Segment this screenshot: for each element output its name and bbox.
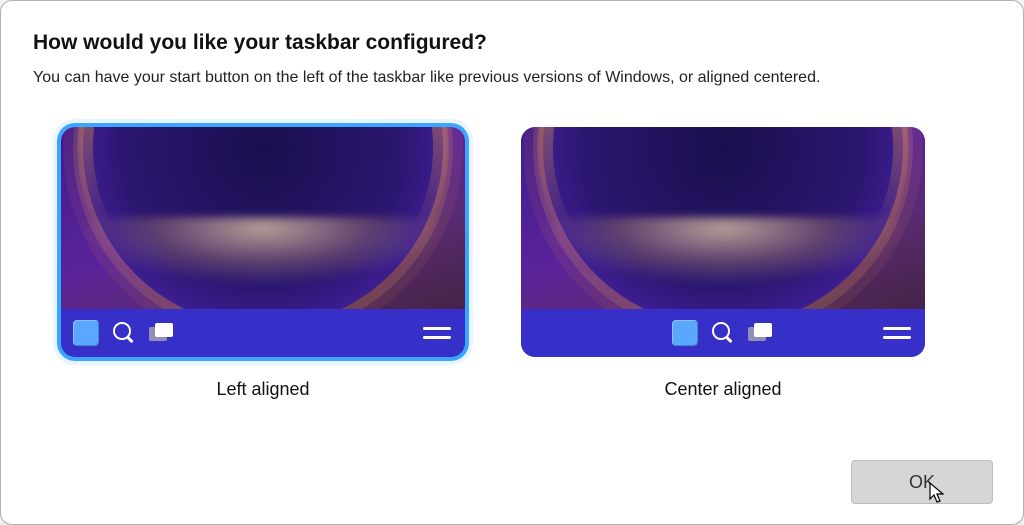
dialog-button-bar: OK bbox=[851, 460, 993, 504]
taskview-icon bbox=[149, 323, 175, 343]
thumbnail-center[interactable] bbox=[521, 127, 925, 357]
option-center-label: Center aligned bbox=[664, 379, 781, 400]
taskbar-icons bbox=[672, 320, 774, 346]
start-icon bbox=[73, 320, 99, 346]
alignment-options: Left aligned Center aligned bbox=[33, 127, 991, 400]
ok-button[interactable]: OK bbox=[851, 460, 993, 504]
system-tray-icon bbox=[423, 327, 451, 339]
search-icon bbox=[712, 322, 734, 344]
taskbar-icons bbox=[73, 320, 175, 346]
start-icon bbox=[672, 320, 698, 346]
thumbnail-left[interactable] bbox=[61, 127, 465, 357]
dialog-subtitle: You can have your start button on the le… bbox=[33, 69, 991, 87]
taskbar-preview-left bbox=[61, 309, 465, 357]
taskbar-preview-center bbox=[521, 309, 925, 357]
ok-button-label: OK bbox=[909, 472, 935, 493]
system-tray-icon bbox=[883, 327, 911, 339]
option-left-aligned[interactable]: Left aligned bbox=[61, 127, 465, 400]
option-center-aligned[interactable]: Center aligned bbox=[521, 127, 925, 400]
option-left-label: Left aligned bbox=[216, 379, 309, 400]
taskbar-config-dialog: How would you like your taskbar configur… bbox=[0, 0, 1024, 525]
search-icon bbox=[113, 322, 135, 344]
dialog-title: How would you like your taskbar configur… bbox=[33, 31, 991, 55]
taskview-icon bbox=[748, 323, 774, 343]
